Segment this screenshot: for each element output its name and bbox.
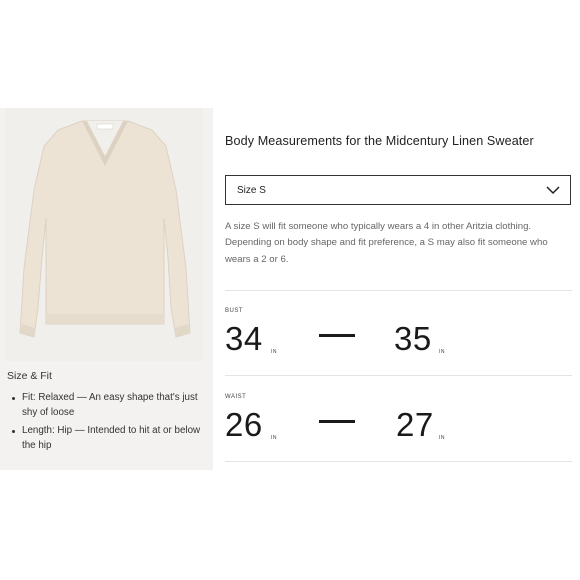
measurement-label: BUST — [225, 308, 244, 314]
measurement-unit: IN — [271, 435, 277, 441]
length-item: Length: Hip — Intended to hit at or belo… — [8, 424, 203, 453]
range-dash — [319, 420, 355, 423]
measurement-min: 34 — [225, 320, 263, 357]
divider — [225, 290, 572, 291]
fit-item: Fit: Relaxed — An easy shape that's just… — [8, 391, 203, 420]
range-dash — [319, 334, 355, 337]
size-fit-list: Fit: Relaxed — An easy shape that's just… — [8, 391, 203, 457]
waist-measurement: WAIST 26 IN 27 IN — [225, 394, 572, 464]
size-fit-title: Size & Fit — [7, 370, 52, 382]
measurement-unit: IN — [439, 435, 445, 441]
divider — [225, 375, 572, 376]
measurement-min: 26 — [225, 406, 263, 443]
measurement-max: 27 — [396, 406, 434, 443]
size-fit-panel: Size & Fit Fit: Relaxed — An easy shape … — [0, 108, 213, 470]
size-dropdown[interactable]: Size S — [225, 175, 571, 205]
divider — [225, 461, 572, 462]
size-fit-note: A size S will fit someone who typically … — [225, 221, 548, 265]
measurement-unit: IN — [439, 349, 445, 355]
measurement-max: 35 — [394, 320, 432, 357]
measurement-unit: IN — [271, 349, 277, 355]
chevron-down-icon — [546, 185, 560, 194]
sweater-illustration — [19, 120, 191, 338]
size-dropdown-value: Size S — [237, 184, 266, 196]
page-title: Body Measurements for the Midcentury Lin… — [225, 134, 534, 148]
measurement-label: WAIST — [225, 394, 247, 400]
bust-measurement: BUST 34 IN 35 IN — [225, 308, 572, 378]
product-image — [6, 108, 202, 361]
